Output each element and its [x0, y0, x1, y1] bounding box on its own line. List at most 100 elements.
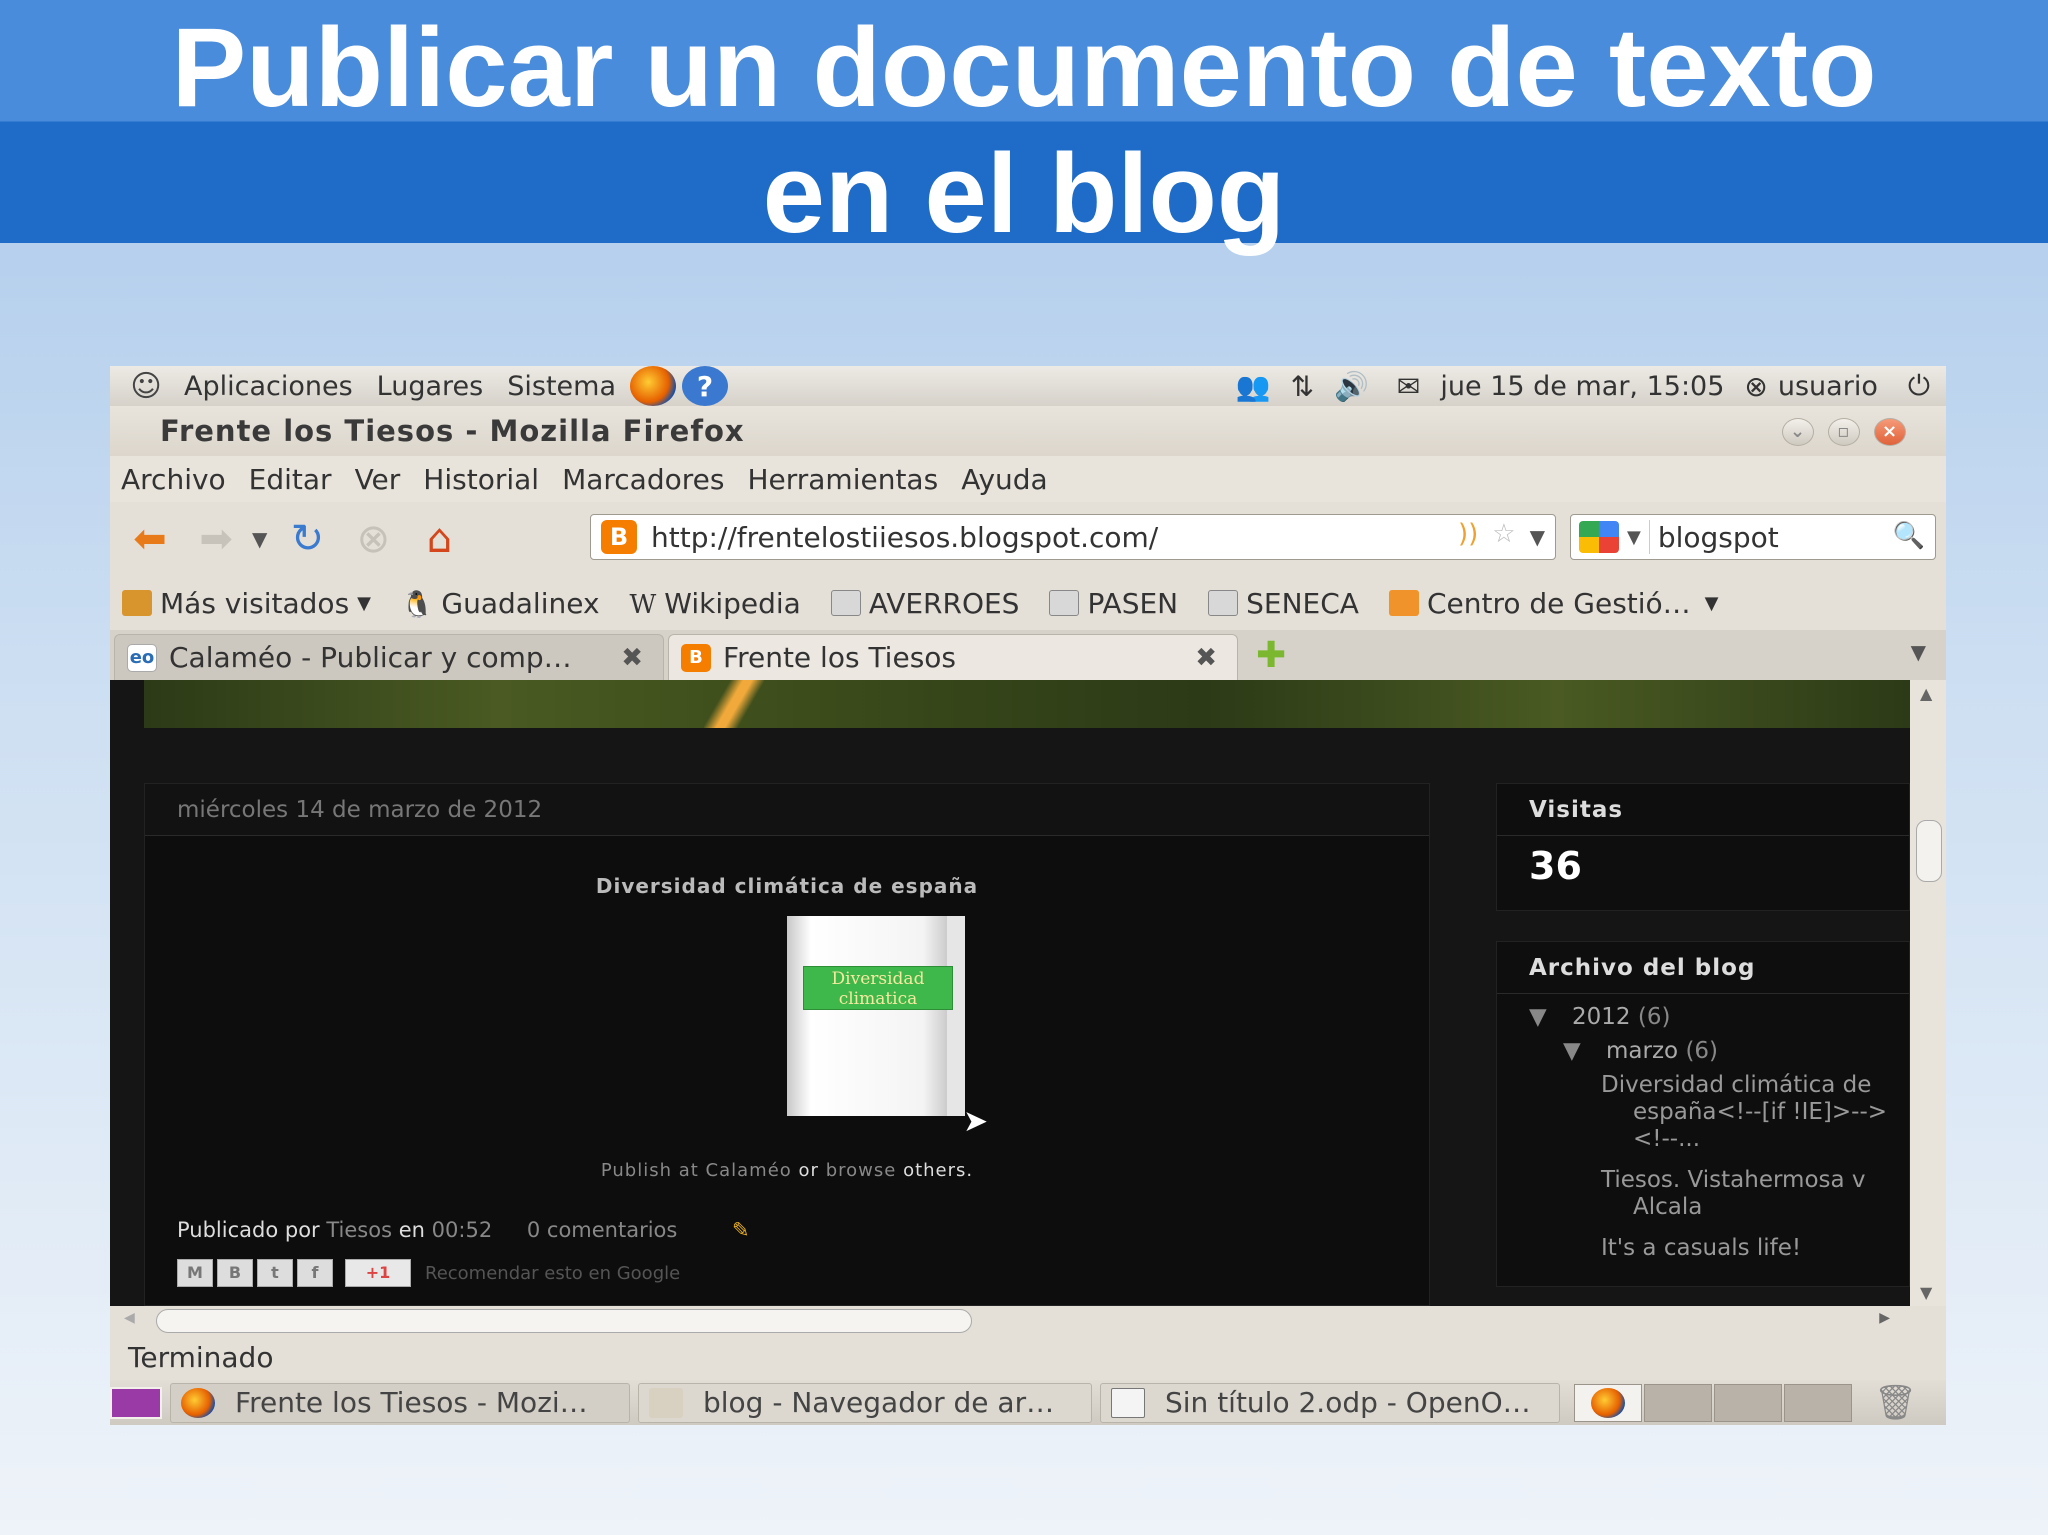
archive-month[interactable]: marzo	[1606, 1038, 1678, 1064]
taskbar-item-impress[interactable]: Sin título 2.odp - OpenO…	[1100, 1382, 1560, 1423]
new-tab-icon[interactable]: ✚	[1256, 635, 1286, 676]
minimize-icon[interactable]: ⌄	[1782, 418, 1814, 446]
horizontal-scroll-thumb[interactable]	[156, 1309, 972, 1333]
stop-icon[interactable]: ⊗	[347, 516, 399, 562]
url-bar[interactable]: B http://frentelostiiesos.blogspot.com/ …	[590, 514, 1556, 560]
archive-post-link[interactable]: Tiesos. Vistahermosa v Alcala	[1561, 1167, 1909, 1221]
workspace-1[interactable]	[1574, 1383, 1642, 1422]
bookmark-mas-visitados[interactable]: Más visitados ▼	[122, 587, 371, 620]
panel-user[interactable]: usuario	[1778, 371, 1878, 402]
scroll-down-icon[interactable]: ▼	[1920, 1283, 1932, 1302]
post-time-link[interactable]: 00:52	[432, 1218, 493, 1242]
show-desktop-icon[interactable]	[110, 1386, 162, 1419]
archive-year[interactable]: 2012	[1572, 1004, 1631, 1030]
search-bar[interactable]: ▼ blogspot 🔍	[1570, 514, 1936, 560]
menu-ver[interactable]: Ver	[355, 463, 401, 496]
menu-herramientas[interactable]: Herramientas	[747, 463, 938, 496]
search-input[interactable]: blogspot	[1658, 521, 1779, 554]
menu-archivo[interactable]: Archivo	[121, 463, 226, 496]
user-status-icon[interactable]: ⊗	[1744, 370, 1767, 403]
email-share-icon[interactable]: M	[177, 1259, 213, 1287]
scroll-left-icon[interactable]: ◀	[124, 1310, 135, 1326]
search-engine-dropdown-icon[interactable]: ▼	[1627, 527, 1641, 548]
facebook-share-icon[interactable]: f	[297, 1259, 333, 1287]
twitter-share-icon[interactable]: t	[257, 1259, 293, 1287]
taskbar-item-file-browser[interactable]: blog - Navegador de ar…	[638, 1382, 1092, 1423]
bookmark-pasen[interactable]: PASEN	[1049, 587, 1178, 620]
panel-menu-aplicaciones[interactable]: Aplicaciones	[184, 371, 353, 402]
vertical-scrollbar[interactable]: ▲ ▼	[1910, 680, 1946, 1306]
bookmark-label: Wikipedia	[664, 586, 801, 620]
volume-icon[interactable]: 🔊	[1334, 370, 1369, 403]
maximize-icon[interactable]: ▫	[1828, 418, 1860, 446]
author-link[interactable]: Tiesos	[326, 1218, 392, 1242]
help-icon[interactable]: ?	[682, 366, 728, 406]
calameo-document-thumbnail[interactable]: Diversidad climatica	[787, 916, 965, 1116]
rss-icon[interactable]: ))	[1458, 519, 1478, 555]
network-icon[interactable]: ⇅	[1291, 370, 1314, 403]
horizontal-scrollbar[interactable]: ◀ ▶	[110, 1306, 1946, 1336]
menu-marcadores[interactable]: Marcadores	[562, 463, 724, 496]
bookmark-wikipedia[interactable]: W Wikipedia	[629, 586, 801, 621]
archive-year-row[interactable]: ▼ 2012 (6)	[1529, 1004, 1909, 1030]
pencil-icon[interactable]: ✎	[732, 1218, 750, 1242]
expand-triangle-icon[interactable]: ▼	[1529, 1004, 1547, 1030]
window-titlebar[interactable]: Frente los Tiesos - Mozilla Firefox ⌄ ▫ …	[110, 406, 1946, 456]
firefox-icon[interactable]	[630, 366, 676, 406]
google-plus-one-button[interactable]: +1	[345, 1259, 411, 1287]
publish-at-calameo-link[interactable]: Publish at Calaméo	[601, 1160, 792, 1181]
panel-clock[interactable]: jue 15 de mar, 15:05	[1440, 371, 1724, 402]
calameo-favicon-icon: eo	[127, 643, 157, 672]
taskbar-item-firefox[interactable]: Frente los Tiesos - Mozi…	[170, 1382, 630, 1423]
search-icon[interactable]: 🔍	[1893, 521, 1925, 551]
post-title[interactable]: Diversidad climática de españa	[145, 874, 1429, 898]
vertical-scroll-thumb[interactable]	[1916, 820, 1942, 882]
trash-icon[interactable]: 🗑	[1874, 1383, 1917, 1423]
star-icon[interactable]: ☆	[1492, 519, 1515, 555]
workspace-3[interactable]	[1714, 1383, 1782, 1422]
mail-icon[interactable]: ✉	[1397, 370, 1420, 403]
tab-list-icon[interactable]: ▼	[1911, 640, 1926, 664]
menu-ayuda[interactable]: Ayuda	[961, 463, 1048, 496]
panel-menu-lugares[interactable]: Lugares	[377, 371, 484, 402]
users-icon[interactable]: 👥	[1236, 370, 1271, 403]
reload-icon[interactable]: ↻	[281, 516, 333, 562]
expand-triangle-icon[interactable]: ▼	[1563, 1038, 1581, 1064]
power-icon[interactable]: ⏻	[1908, 369, 1930, 403]
folder-icon	[122, 590, 152, 616]
tab-frente-los-tiesos[interactable]: B Frente los Tiesos ✖	[668, 634, 1238, 680]
menu-editar[interactable]: Editar	[249, 463, 332, 496]
ubuntu-logo-icon[interactable]: ☺	[126, 366, 166, 406]
back-icon[interactable]: ⬅	[124, 516, 176, 562]
home-icon[interactable]: ⌂	[413, 516, 465, 562]
workspace-2[interactable]	[1644, 1383, 1712, 1422]
workspace-4[interactable]	[1784, 1383, 1852, 1422]
archive-month-row[interactable]: ▼ marzo (6)	[1563, 1038, 1909, 1064]
workspace-switcher	[1574, 1383, 1852, 1422]
scroll-up-icon[interactable]: ▲	[1920, 684, 1932, 703]
bookmark-averroes[interactable]: AVERROES	[830, 587, 1019, 620]
panel-menu-sistema[interactable]: Sistema	[507, 371, 616, 402]
comments-link[interactable]: 0 comentarios	[527, 1218, 677, 1242]
history-dropdown-icon[interactable]: ▼	[252, 527, 267, 551]
close-icon[interactable]: ×	[1874, 418, 1906, 446]
browse-link[interactable]: browse	[826, 1160, 897, 1181]
url-text[interactable]: http://frentelostiiesos.blogspot.com/	[651, 521, 1158, 554]
scroll-right-icon[interactable]: ▶	[1879, 1310, 1890, 1326]
archive-post-link[interactable]: It's a casuals life!	[1561, 1235, 1909, 1262]
blogger-share-icon[interactable]: B	[217, 1259, 253, 1287]
close-tab-icon[interactable]: ✖	[1195, 643, 1217, 673]
bookmark-centro-gestion[interactable]: Centro de Gestió… ▼	[1388, 587, 1719, 620]
bookmark-seneca[interactable]: SENECA	[1208, 587, 1359, 620]
archive-post-link[interactable]: Diversidad climática de españa<!--[if !I…	[1561, 1072, 1909, 1153]
bookmark-guadalinex[interactable]: 🐧 Guadalinex	[401, 587, 600, 621]
slide-title-line2: en el blog	[762, 131, 1286, 256]
url-dropdown-icon[interactable]: ▼	[1530, 519, 1545, 555]
menu-historial[interactable]: Historial	[423, 463, 539, 496]
tab-calameo[interactable]: eo Calaméo - Publicar y comp… ✖	[114, 634, 664, 680]
close-tab-icon[interactable]: ✖	[621, 643, 643, 673]
search-engine-icon[interactable]	[1579, 521, 1619, 553]
forward-icon[interactable]: ➡	[190, 516, 242, 562]
menu-bar: Archivo Editar Ver Historial Marcadores …	[110, 456, 1946, 502]
wikipedia-icon: W	[629, 590, 657, 620]
